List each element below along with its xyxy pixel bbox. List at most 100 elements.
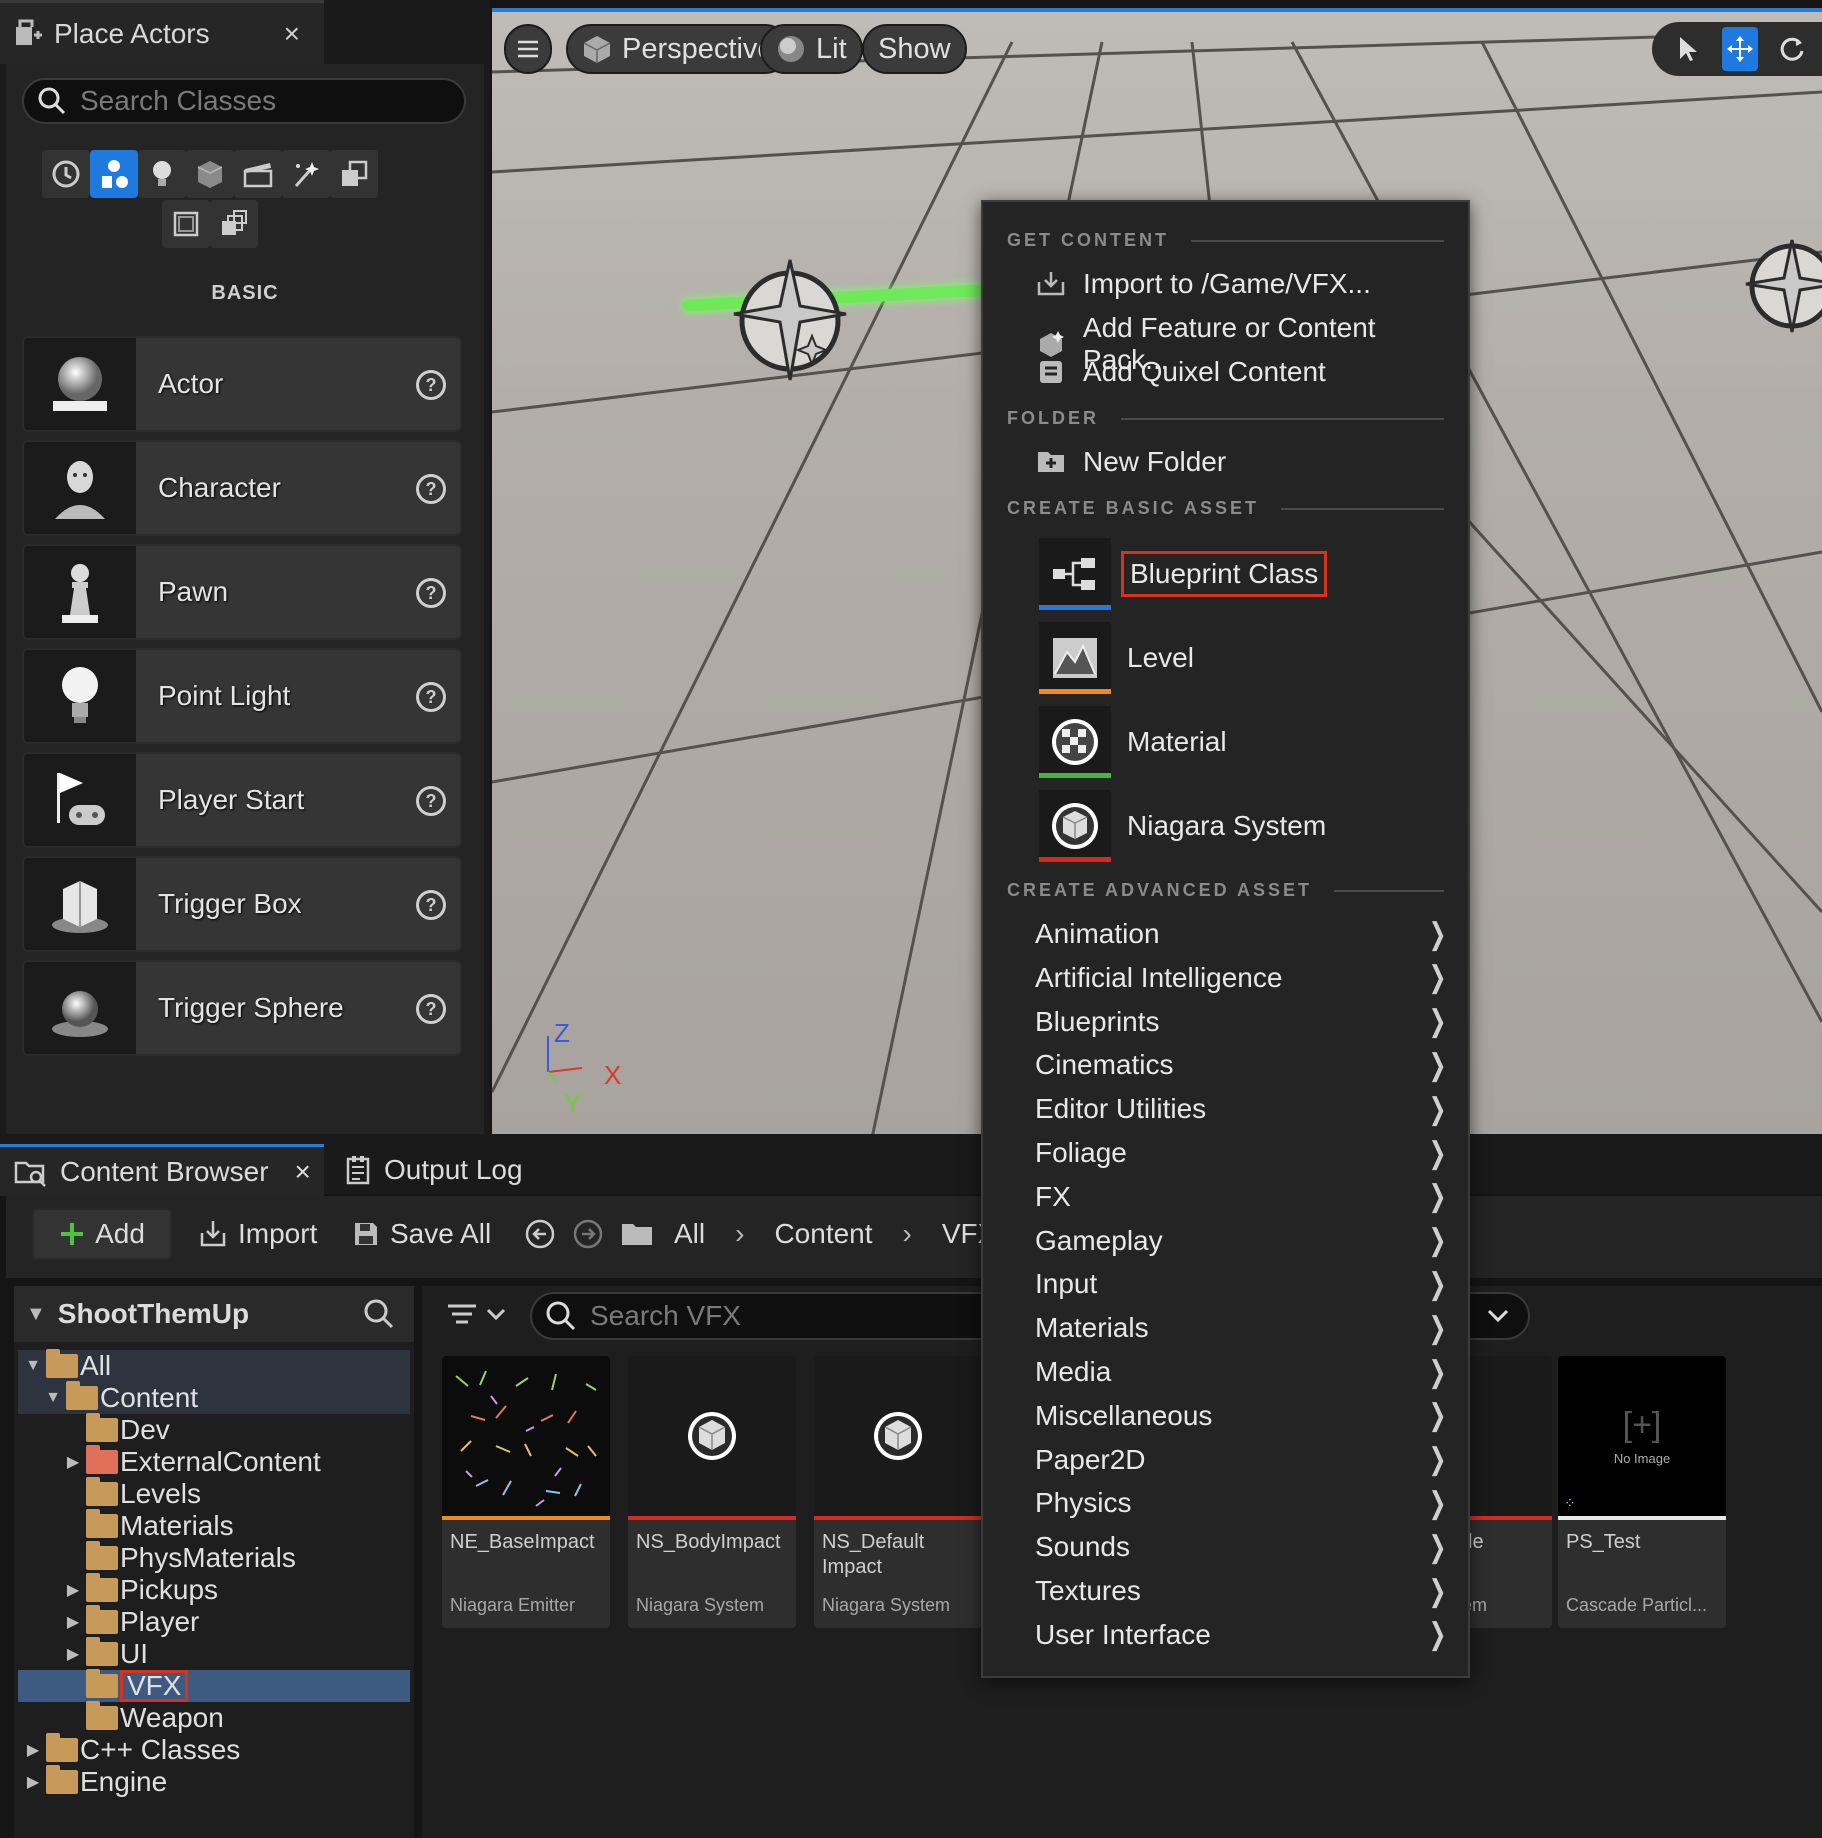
asset-tile[interactable]: NS_Default Impact Niagara System — [814, 1356, 982, 1628]
help-icon[interactable]: ? — [416, 890, 446, 920]
chevron-down-icon[interactable] — [1486, 1308, 1510, 1324]
tree-item-physmaterials[interactable]: PhysMaterials — [18, 1541, 410, 1574]
tree-item-levels[interactable]: Levels — [18, 1477, 410, 1510]
tab-output-log[interactable]: Output Log — [330, 1144, 523, 1196]
close-icon[interactable]: × — [295, 1156, 311, 1188]
submenu-media[interactable]: Media ❯ — [1035, 1352, 1450, 1392]
actor-item-actor[interactable]: Actor ? — [22, 336, 462, 432]
submenu-physics[interactable]: Physics ❯ — [1035, 1483, 1450, 1523]
submenu-foliage[interactable]: Foliage ❯ — [1035, 1133, 1450, 1173]
submenu-sounds[interactable]: Sounds ❯ — [1035, 1527, 1450, 1567]
chevron-right-icon[interactable]: › — [903, 1218, 912, 1250]
visual-effects-icon[interactable] — [282, 150, 330, 198]
asset-tile[interactable]: [+] No Image ⁘ PS_Test Cascade Particl..… — [1558, 1356, 1726, 1628]
actor-item-trigger-sphere[interactable]: Trigger Sphere ? — [22, 960, 462, 1056]
show-button[interactable]: Show — [862, 24, 967, 74]
lit-button[interactable]: Lit — [760, 24, 863, 74]
close-icon[interactable]: × — [284, 18, 300, 50]
actor-item-pawn[interactable]: Pawn ? — [22, 544, 462, 640]
basic-icon[interactable] — [90, 150, 138, 198]
recent-icon[interactable] — [42, 150, 90, 198]
actor-item-point-light[interactable]: Point Light ? — [22, 648, 462, 744]
help-icon[interactable]: ? — [416, 994, 446, 1024]
tree-item-materials[interactable]: Materials — [18, 1509, 410, 1542]
shapes-icon[interactable] — [186, 150, 234, 198]
actor-item-character[interactable]: Character ? — [22, 440, 462, 536]
back-button[interactable] — [524, 1208, 556, 1260]
lights-icon[interactable] — [138, 150, 186, 198]
submenu-materials[interactable]: Materials ❯ — [1035, 1308, 1450, 1348]
submenu-artificial-intelligence[interactable]: Artificial Intelligence ❯ — [1035, 958, 1450, 998]
collapse-arrow-icon[interactable]: ▶ — [64, 1580, 82, 1600]
search-icon[interactable] — [364, 1299, 394, 1329]
help-icon[interactable]: ? — [416, 682, 446, 712]
submenu-textures[interactable]: Textures ❯ — [1035, 1571, 1450, 1611]
collapse-arrow-icon[interactable]: ▶ — [64, 1612, 82, 1632]
breadcrumb-content[interactable]: Content — [774, 1218, 872, 1250]
class-search-box[interactable] — [22, 78, 466, 124]
tree-item-dev[interactable]: Dev — [18, 1413, 410, 1446]
submenu-cinematics[interactable]: Cinematics ❯ — [1035, 1045, 1450, 1085]
cinematic-icon[interactable] — [234, 150, 282, 198]
chevron-down-icon[interactable]: ▼ — [26, 1303, 46, 1326]
import-menu-item[interactable]: Import to /Game/VFX... — [1035, 268, 1371, 300]
asset-tile[interactable]: NS_BodyImpact Niagara System — [628, 1356, 796, 1628]
niagara-actor-sprite-2[interactable] — [1742, 236, 1822, 336]
breadcrumb-all[interactable]: All — [674, 1218, 705, 1250]
place-actors-tab[interactable]: Place Actors × — [0, 0, 324, 64]
submenu-user-interface[interactable]: User Interface ❯ — [1035, 1615, 1450, 1655]
asset-search-input[interactable] — [590, 1300, 990, 1332]
level-menu-item[interactable]: Level — [1039, 622, 1200, 694]
collapse-arrow-icon[interactable]: ▶ — [64, 1644, 82, 1664]
submenu-fx[interactable]: FX ❯ — [1035, 1177, 1450, 1217]
niagara-actor-sprite[interactable] — [730, 256, 850, 386]
submenu-animation[interactable]: Animation ❯ — [1035, 914, 1450, 954]
project-header[interactable]: ▼ ShootThemUp — [14, 1286, 414, 1342]
add-quixel-menu-item[interactable]: Add Quixel Content — [1035, 356, 1326, 388]
viewport-menu-button[interactable] — [504, 24, 552, 74]
geometry-icon[interactable] — [330, 150, 378, 198]
submenu-blueprints[interactable]: Blueprints ❯ — [1035, 1002, 1450, 1042]
rotate-icon[interactable] — [1774, 27, 1810, 71]
submenu-editor-utilities[interactable]: Editor Utilities ❯ — [1035, 1089, 1450, 1129]
tree-item-player[interactable]: ▶ Player — [18, 1605, 410, 1638]
import-button[interactable]: Import — [198, 1208, 317, 1260]
expand-arrow-icon[interactable]: ▼ — [44, 1389, 62, 1407]
tree-item-ui[interactable]: ▶ UI — [18, 1637, 410, 1670]
tree-item-pickups[interactable]: ▶ Pickups — [18, 1573, 410, 1606]
tree-item-weapon[interactable]: Weapon — [18, 1701, 410, 1734]
class-search-input[interactable] — [80, 85, 440, 117]
expand-arrow-icon[interactable]: ▼ — [24, 1357, 42, 1375]
select-cursor-icon[interactable] — [1670, 27, 1706, 71]
submenu-miscellaneous[interactable]: Miscellaneous ❯ — [1035, 1396, 1450, 1436]
tree-item-externalcontent[interactable]: ▶ ExternalContent — [18, 1445, 410, 1478]
chevron-right-icon[interactable]: › — [735, 1218, 744, 1250]
tree-item-engine[interactable]: ▶ Engine — [18, 1765, 410, 1798]
save-all-button[interactable]: Save All — [352, 1208, 491, 1260]
tree-item-c-classes[interactable]: ▶ C++ Classes — [18, 1733, 410, 1766]
new-folder-menu-item[interactable]: New Folder — [1035, 446, 1226, 478]
all-classes-icon[interactable] — [210, 200, 258, 248]
blueprint-class-menu-item[interactable]: Blueprint Class — [1039, 538, 1328, 610]
tree-item-vfx[interactable]: VFX — [18, 1669, 410, 1702]
material-menu-item[interactable]: Material — [1039, 706, 1233, 778]
help-icon[interactable]: ? — [416, 474, 446, 504]
help-icon[interactable]: ? — [416, 370, 446, 400]
volumes-icon[interactable] — [162, 200, 210, 248]
perspective-button[interactable]: Perspective — [566, 24, 790, 74]
submenu-input[interactable]: Input ❯ — [1035, 1264, 1450, 1304]
tree-item-content[interactable]: ▼ Content — [18, 1381, 410, 1414]
collapse-arrow-icon[interactable]: ▶ — [24, 1772, 42, 1792]
forward-button[interactable] — [572, 1208, 604, 1260]
submenu-gameplay[interactable]: Gameplay ❯ — [1035, 1221, 1450, 1261]
actor-item-player-start[interactable]: Player Start ? — [22, 752, 462, 848]
actor-item-trigger-box[interactable]: Trigger Box ? — [22, 856, 462, 952]
submenu-paper2d[interactable]: Paper2D ❯ — [1035, 1440, 1450, 1480]
niagara-system-menu-item[interactable]: Niagara System — [1039, 790, 1332, 862]
tree-item-all[interactable]: ▼ All — [18, 1349, 410, 1382]
translate-icon[interactable] — [1722, 27, 1758, 71]
collapse-arrow-icon[interactable]: ▶ — [64, 1452, 82, 1472]
filter-button[interactable] — [446, 1298, 512, 1339]
help-icon[interactable]: ? — [416, 578, 446, 608]
add-button[interactable]: Add — [32, 1208, 172, 1260]
